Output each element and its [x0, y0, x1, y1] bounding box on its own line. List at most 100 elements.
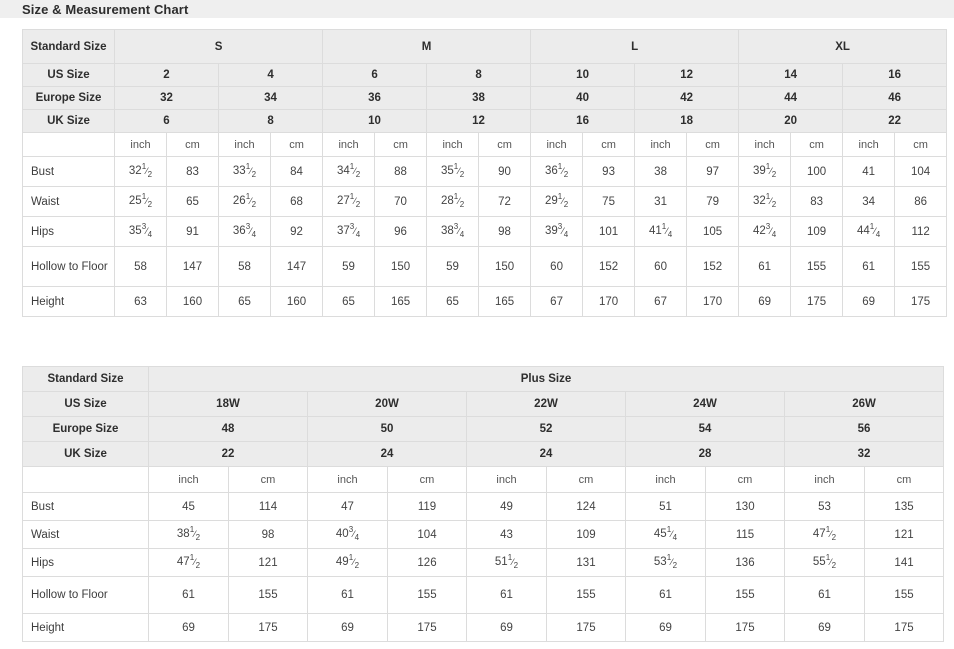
size-row-label: US Size	[22, 63, 115, 87]
unit-header-cm: cm	[894, 132, 948, 157]
size-value-cell: 32	[783, 441, 945, 467]
measurement-cell: 121	[863, 520, 945, 549]
measurement-row-label: Hips	[22, 548, 149, 577]
measurement-cell: 363⁄4	[218, 216, 271, 247]
measurement-cell: 136	[705, 548, 785, 577]
unit-row-blank-label	[22, 132, 115, 157]
unit-header-inch: inch	[784, 466, 865, 493]
measurement-cell: 165	[478, 286, 532, 317]
unit-header-cm: cm	[228, 466, 308, 493]
measurement-cell: 53	[784, 492, 865, 521]
size-row-label: Europe Size	[22, 416, 149, 442]
measurement-cell: 60	[634, 246, 688, 287]
fraction-value: 451⁄4	[653, 525, 678, 543]
measurement-cell: 93	[582, 156, 636, 187]
size-value-cell: 22W	[466, 391, 626, 417]
fraction-value: 331⁄2	[232, 162, 257, 180]
measurement-cell: 175	[894, 286, 948, 317]
measurement-cell: 321⁄2	[738, 186, 792, 217]
unit-header-row: inch cm inch cm inch cm inch cm inch cm	[22, 466, 945, 493]
measurement-cell: 115	[705, 520, 785, 549]
measurement-cell: 155	[705, 576, 785, 614]
measurement-cell: 98	[478, 216, 532, 247]
measurement-cell: 97	[686, 156, 740, 187]
measurement-cell: 170	[686, 286, 740, 317]
measurement-cell: 341⁄2	[322, 156, 376, 187]
measurement-cell: 361⁄2	[530, 156, 584, 187]
size-row-label: US Size	[22, 391, 149, 417]
measurement-cell: 155	[894, 246, 948, 287]
standard-size-header: Standard Size	[22, 29, 115, 64]
size-group-xl: XL	[738, 29, 948, 64]
measurement-cell: 92	[269, 216, 324, 247]
size-value-cell: 16	[530, 109, 636, 133]
measurement-cell: 271⁄2	[322, 186, 376, 217]
measurement-cell: 152	[686, 246, 740, 287]
measurement-cell: 41	[842, 156, 896, 187]
measurement-cell: 104	[894, 156, 948, 187]
fraction-value: 471⁄2	[176, 553, 201, 571]
size-value-cell: 12	[426, 109, 532, 133]
size-group-l: L	[530, 29, 740, 64]
size-value-cell: 42	[634, 86, 740, 110]
measurement-cell: 61	[466, 576, 547, 614]
measurement-cell: 109	[790, 216, 844, 247]
size-value-cell: 6	[114, 109, 219, 133]
fraction-value: 491⁄2	[335, 553, 360, 571]
fraction-value: 261⁄2	[232, 192, 257, 210]
measurement-cell: 471⁄2	[148, 548, 229, 577]
measurement-cell: 69	[784, 613, 865, 642]
fraction-value: 403⁄4	[335, 525, 360, 543]
size-value-cell: 22	[842, 109, 948, 133]
measurement-cell: 59	[322, 246, 376, 287]
size-value-cell: 22	[148, 441, 308, 467]
fraction-value: 251⁄2	[128, 192, 153, 210]
size-value-cell: 24	[307, 441, 467, 467]
size-row: Europe Size 48 50 52 54 56	[22, 416, 945, 442]
fraction-value: 373⁄4	[336, 222, 361, 240]
measurement-cell: 69	[148, 613, 229, 642]
measurement-cell: 251⁄2	[114, 186, 167, 217]
fraction-value: 551⁄2	[812, 553, 837, 571]
measurement-cell: 67	[634, 286, 688, 317]
measurement-cell: 84	[269, 156, 324, 187]
measurement-cell: 69	[466, 613, 547, 642]
size-row-label: UK Size	[22, 441, 149, 467]
measurement-cell: 147	[269, 246, 324, 287]
unit-header-inch: inch	[842, 132, 896, 157]
size-row-label: UK Size	[22, 109, 115, 133]
measurement-cell: 69	[738, 286, 792, 317]
measurement-row-label: Waist	[22, 186, 115, 217]
measurement-cell: 170	[582, 286, 636, 317]
fraction-value: 281⁄2	[440, 192, 465, 210]
measurement-cell: 45	[148, 492, 229, 521]
measurement-cell: 383⁄4	[426, 216, 480, 247]
measurement-cell: 124	[546, 492, 626, 521]
measurement-cell: 135	[863, 492, 945, 521]
unit-header-row: inch cm inch cm inch cm inch cm inch cm inch cm inch…	[22, 132, 948, 157]
measurement-cell: 175	[387, 613, 467, 642]
measurement-cell: 114	[228, 492, 308, 521]
measurement-cell: 423⁄4	[738, 216, 792, 247]
size-group-m: M	[322, 29, 532, 64]
unit-header-inch: inch	[307, 466, 388, 493]
measurement-row-label: Waist	[22, 520, 149, 549]
measurement-cell: 353⁄4	[114, 216, 167, 247]
measurement-cell: 391⁄2	[738, 156, 792, 187]
measurement-cell: 34	[842, 186, 896, 217]
measurement-cell: 68	[269, 186, 324, 217]
size-group-s: S	[113, 29, 324, 64]
measurement-cell: 155	[546, 576, 626, 614]
size-row: Europe Size 32 34 36 38 40 42 44 46	[22, 86, 948, 110]
measurement-cell: 31	[634, 186, 688, 217]
size-value-cell: 18W	[148, 391, 308, 417]
measurement-cell: 96	[374, 216, 428, 247]
measurement-cell: 47	[307, 492, 388, 521]
size-value-cell: 36	[322, 86, 428, 110]
measurement-cell: 155	[863, 576, 945, 614]
fraction-value: 411⁄4	[648, 222, 673, 240]
unit-header-cm: cm	[166, 132, 219, 157]
fraction-value: 321⁄2	[128, 162, 153, 180]
size-value-cell: 54	[625, 416, 785, 442]
size-value-cell: 40	[530, 86, 636, 110]
